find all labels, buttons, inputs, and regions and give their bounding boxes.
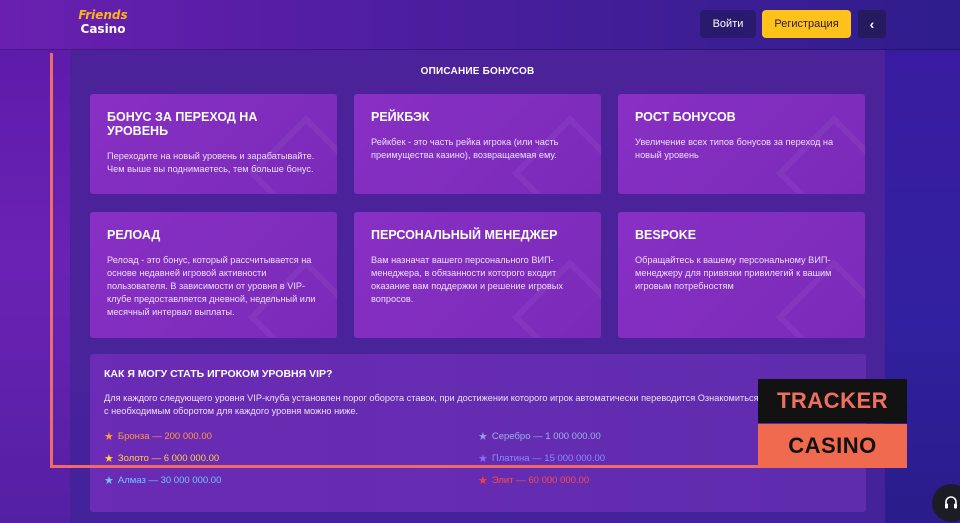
tier-diamond: ★ Алмаз — 30 000 000.00 bbox=[104, 474, 221, 487]
card-title: РОСТ БОНУСОВ bbox=[635, 110, 736, 124]
bonus-card: РЕЛОАД Релоад - это бонус, который рассч… bbox=[90, 212, 337, 338]
tier-platinum: ★ Платина — 15 000 000.00 bbox=[478, 452, 605, 465]
watermark-frame-vertical bbox=[50, 53, 53, 468]
tier-label: Бронза — 200 000.00 bbox=[117, 431, 212, 442]
tier-label: Серебро — 1 000 000.00 bbox=[491, 431, 601, 442]
logo-line2: Casino bbox=[80, 22, 126, 36]
card-title: РЕЙКБЭК bbox=[371, 110, 430, 124]
tier-elite: ★ Элит — 60 000 000.00 bbox=[478, 474, 589, 487]
card-text: Увеличение всех типов бонусов за переход… bbox=[635, 137, 834, 160]
star-icon: ★ bbox=[104, 431, 114, 443]
tier-label: Элит — 60 000 000.00 bbox=[491, 475, 590, 486]
bonus-card: РЕЙКБЭК Рейкбек - это часть рейка игрока… bbox=[354, 94, 601, 194]
watermark-tracker: TRACKER bbox=[758, 379, 907, 423]
headset-icon-svg bbox=[945, 496, 957, 509]
star-icon: ★ bbox=[104, 475, 114, 487]
card-title: BESPOKE bbox=[635, 228, 697, 242]
watermark-casino: CASINO bbox=[758, 424, 907, 468]
star-icon: ★ bbox=[478, 453, 488, 465]
card-title: БОНУС ЗА ПЕРЕХОД НА УРОВЕНЬ bbox=[107, 110, 258, 138]
star-icon: ★ bbox=[478, 475, 488, 487]
card-text: Обращайтесь к вашему персональному ВИП-м… bbox=[635, 255, 832, 291]
section-title: ОПИСАНИЕ БОНУСОВ bbox=[420, 66, 535, 77]
register-button[interactable]: Регистрация bbox=[762, 10, 851, 38]
tier-silver: ★ Серебро — 1 000 000.00 bbox=[478, 430, 601, 443]
chevron-left-icon[interactable]: ‹ bbox=[858, 10, 886, 38]
bonus-card: РОСТ БОНУСОВ Увеличение всех типов бонус… bbox=[618, 94, 865, 194]
star-icon: ★ bbox=[478, 431, 488, 443]
tier-label: Золото — 6 000 000.00 bbox=[117, 453, 220, 464]
card-text: Вам назначат вашего персонального ВИП-ме… bbox=[371, 255, 563, 304]
bonus-card: ПЕРСОНАЛЬНЫЙ МЕНЕДЖЕР Вам назначат вашег… bbox=[354, 212, 601, 338]
logo[interactable]: Friends Casino bbox=[78, 8, 128, 42]
tier-label: Алмаз — 30 000 000.00 bbox=[117, 475, 222, 486]
bonus-card: БОНУС ЗА ПЕРЕХОД НА УРОВЕНЬ Переходите н… bbox=[90, 94, 337, 194]
card-title: РЕЛОАД bbox=[107, 228, 161, 242]
login-button[interactable]: Войти bbox=[700, 10, 756, 38]
left-background bbox=[0, 0, 70, 523]
watermark-frame-horizontal bbox=[50, 465, 760, 468]
tier-label: Платина — 15 000 000.00 bbox=[491, 453, 606, 464]
tier-gold: ★ Золото — 6 000 000.00 bbox=[104, 452, 219, 465]
bonus-card: BESPOKE Обращайтесь к вашему персонально… bbox=[618, 212, 865, 338]
logo-line1: Friends bbox=[78, 8, 128, 22]
card-text: Переходите на новый уровень и зарабатыва… bbox=[107, 151, 315, 174]
star-icon: ★ bbox=[104, 453, 114, 465]
card-title: ПЕРСОНАЛЬНЫЙ МЕНЕДЖЕР bbox=[371, 228, 558, 242]
card-text: Рейкбек - это часть рейка игрока (или ча… bbox=[371, 137, 559, 160]
vip-text: Для каждого следующего уровня VIP-клуба … bbox=[104, 393, 759, 416]
tier-bronze: ★ Бронза — 200 000.00 bbox=[104, 430, 212, 443]
card-text: Релоад - это бонус, который рассчитывает… bbox=[107, 255, 316, 317]
vip-title: КАК Я МОГУ СТАТЬ ИГРОКОМ УРОВНЯ VIP? bbox=[104, 368, 333, 380]
